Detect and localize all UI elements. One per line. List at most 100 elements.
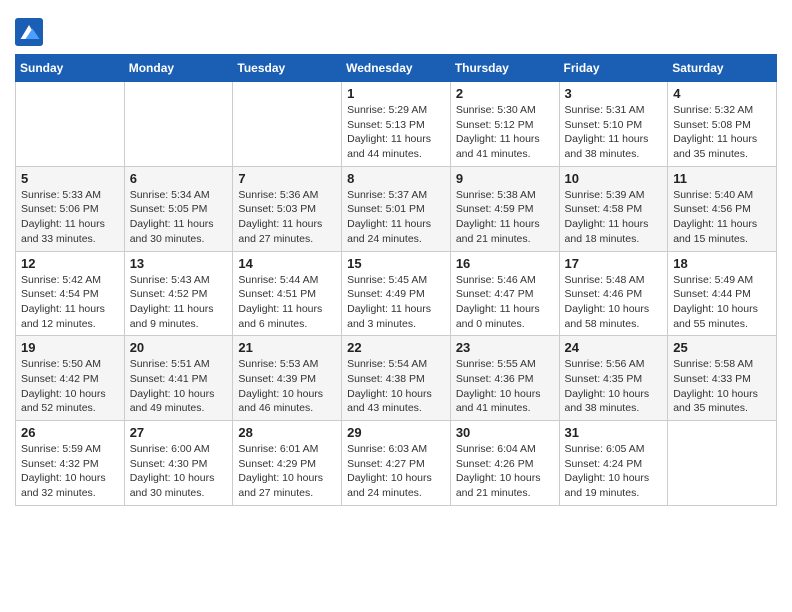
week-row-2: 12 Sunrise: 5:42 AMSunset: 4:54 PMDayligh… (16, 251, 777, 336)
day-number: 5 (21, 171, 119, 186)
week-row-0: 1 Sunrise: 5:29 AMSunset: 5:13 PMDaylight… (16, 82, 777, 167)
calendar-cell: 20 Sunrise: 5:51 AMSunset: 4:41 PMDayligh… (124, 336, 233, 421)
page-header (15, 10, 777, 46)
day-number: 8 (347, 171, 445, 186)
day-info: Sunrise: 5:34 AMSunset: 5:05 PMDaylight:… (130, 188, 228, 247)
week-row-1: 5 Sunrise: 5:33 AMSunset: 5:06 PMDaylight… (16, 166, 777, 251)
day-info: Sunrise: 6:04 AMSunset: 4:26 PMDaylight:… (456, 442, 554, 501)
day-info: Sunrise: 5:30 AMSunset: 5:12 PMDaylight:… (456, 103, 554, 162)
calendar-cell: 23 Sunrise: 5:55 AMSunset: 4:36 PMDayligh… (450, 336, 559, 421)
calendar-cell: 27 Sunrise: 6:00 AMSunset: 4:30 PMDayligh… (124, 421, 233, 506)
calendar-cell: 5 Sunrise: 5:33 AMSunset: 5:06 PMDaylight… (16, 166, 125, 251)
day-number: 14 (238, 256, 336, 271)
calendar-cell: 30 Sunrise: 6:04 AMSunset: 4:26 PMDayligh… (450, 421, 559, 506)
header-sunday: Sunday (16, 55, 125, 82)
calendar-cell: 4 Sunrise: 5:32 AMSunset: 5:08 PMDaylight… (668, 82, 777, 167)
day-number: 21 (238, 340, 336, 355)
calendar-cell: 8 Sunrise: 5:37 AMSunset: 5:01 PMDaylight… (342, 166, 451, 251)
header-saturday: Saturday (668, 55, 777, 82)
calendar-cell: 7 Sunrise: 5:36 AMSunset: 5:03 PMDaylight… (233, 166, 342, 251)
calendar-cell: 11 Sunrise: 5:40 AMSunset: 4:56 PMDayligh… (668, 166, 777, 251)
day-number: 6 (130, 171, 228, 186)
day-info: Sunrise: 5:45 AMSunset: 4:49 PMDaylight:… (347, 273, 445, 332)
calendar-cell: 17 Sunrise: 5:48 AMSunset: 4:46 PMDayligh… (559, 251, 668, 336)
calendar-cell: 31Sunrise: 6:05 AMSunset: 4:24 PMDayligh… (559, 421, 668, 506)
day-info: Sunrise: 5:43 AMSunset: 4:52 PMDaylight:… (130, 273, 228, 332)
calendar-cell: 3 Sunrise: 5:31 AMSunset: 5:10 PMDaylight… (559, 82, 668, 167)
day-info: Sunrise: 5:50 AMSunset: 4:42 PMDaylight:… (21, 357, 119, 416)
day-info: Sunrise: 5:31 AMSunset: 5:10 PMDaylight:… (565, 103, 663, 162)
day-number: 15 (347, 256, 445, 271)
day-info: Sunrise: 5:49 AMSunset: 4:44 PMDaylight:… (673, 273, 771, 332)
calendar-cell: 18Sunrise: 5:49 AMSunset: 4:44 PMDayligh… (668, 251, 777, 336)
calendar-cell: 6 Sunrise: 5:34 AMSunset: 5:05 PMDaylight… (124, 166, 233, 251)
day-number: 1 (347, 86, 445, 101)
calendar-table: SundayMondayTuesdayWednesdayThursdayFrid… (15, 54, 777, 506)
header-thursday: Thursday (450, 55, 559, 82)
calendar-cell: 25Sunrise: 5:58 AMSunset: 4:33 PMDayligh… (668, 336, 777, 421)
header-row: SundayMondayTuesdayWednesdayThursdayFrid… (16, 55, 777, 82)
day-number: 30 (456, 425, 554, 440)
day-number: 3 (565, 86, 663, 101)
day-info: Sunrise: 5:56 AMSunset: 4:35 PMDaylight:… (565, 357, 663, 416)
day-info: Sunrise: 5:44 AMSunset: 4:51 PMDaylight:… (238, 273, 336, 332)
day-number: 29 (347, 425, 445, 440)
day-info: Sunrise: 6:03 AMSunset: 4:27 PMDaylight:… (347, 442, 445, 501)
day-number: 23 (456, 340, 554, 355)
day-info: Sunrise: 5:54 AMSunset: 4:38 PMDaylight:… (347, 357, 445, 416)
logo-icon (15, 18, 43, 46)
day-info: Sunrise: 6:00 AMSunset: 4:30 PMDaylight:… (130, 442, 228, 501)
calendar-cell: 29 Sunrise: 6:03 AMSunset: 4:27 PMDayligh… (342, 421, 451, 506)
day-info: Sunrise: 5:53 AMSunset: 4:39 PMDaylight:… (238, 357, 336, 416)
day-number: 12 (21, 256, 119, 271)
day-number: 24 (565, 340, 663, 355)
calendar-cell: 12 Sunrise: 5:42 AMSunset: 4:54 PMDayligh… (16, 251, 125, 336)
day-info: Sunrise: 5:36 AMSunset: 5:03 PMDaylight:… (238, 188, 336, 247)
calendar-cell: 9Sunrise: 5:38 AMSunset: 4:59 PMDaylight… (450, 166, 559, 251)
week-row-3: 19 Sunrise: 5:50 AMSunset: 4:42 PMDayligh… (16, 336, 777, 421)
calendar-cell: 19 Sunrise: 5:50 AMSunset: 4:42 PMDayligh… (16, 336, 125, 421)
header-friday: Friday (559, 55, 668, 82)
calendar-cell: 10 Sunrise: 5:39 AMSunset: 4:58 PMDayligh… (559, 166, 668, 251)
day-info: Sunrise: 5:46 AMSunset: 4:47 PMDaylight:… (456, 273, 554, 332)
day-number: 17 (565, 256, 663, 271)
calendar-cell (233, 82, 342, 167)
day-number: 19 (21, 340, 119, 355)
calendar-cell (668, 421, 777, 506)
day-number: 2 (456, 86, 554, 101)
day-info: Sunrise: 5:29 AMSunset: 5:13 PMDaylight:… (347, 103, 445, 162)
header-wednesday: Wednesday (342, 55, 451, 82)
calendar-cell: 13 Sunrise: 5:43 AMSunset: 4:52 PMDayligh… (124, 251, 233, 336)
calendar-body: 1 Sunrise: 5:29 AMSunset: 5:13 PMDaylight… (16, 82, 777, 506)
day-info: Sunrise: 5:59 AMSunset: 4:32 PMDaylight:… (21, 442, 119, 501)
day-number: 22 (347, 340, 445, 355)
day-info: Sunrise: 5:48 AMSunset: 4:46 PMDaylight:… (565, 273, 663, 332)
calendar-cell: 24 Sunrise: 5:56 AMSunset: 4:35 PMDayligh… (559, 336, 668, 421)
calendar-cell: 2 Sunrise: 5:30 AMSunset: 5:12 PMDaylight… (450, 82, 559, 167)
calendar-cell (124, 82, 233, 167)
day-number: 27 (130, 425, 228, 440)
day-number: 25 (673, 340, 771, 355)
calendar-cell (16, 82, 125, 167)
calendar-cell: 16 Sunrise: 5:46 AMSunset: 4:47 PMDayligh… (450, 251, 559, 336)
day-info: Sunrise: 6:01 AMSunset: 4:29 PMDaylight:… (238, 442, 336, 501)
day-number: 7 (238, 171, 336, 186)
calendar-header: SundayMondayTuesdayWednesdayThursdayFrid… (16, 55, 777, 82)
day-info: Sunrise: 5:42 AMSunset: 4:54 PMDaylight:… (21, 273, 119, 332)
day-info: Sunrise: 5:40 AMSunset: 4:56 PMDaylight:… (673, 188, 771, 247)
day-info: Sunrise: 5:39 AMSunset: 4:58 PMDaylight:… (565, 188, 663, 247)
day-info: Sunrise: 5:55 AMSunset: 4:36 PMDaylight:… (456, 357, 554, 416)
day-number: 13 (130, 256, 228, 271)
day-number: 20 (130, 340, 228, 355)
day-number: 10 (565, 171, 663, 186)
day-number: 26 (21, 425, 119, 440)
day-info: Sunrise: 5:51 AMSunset: 4:41 PMDaylight:… (130, 357, 228, 416)
day-info: Sunrise: 5:32 AMSunset: 5:08 PMDaylight:… (673, 103, 771, 162)
calendar-cell: 21 Sunrise: 5:53 AMSunset: 4:39 PMDayligh… (233, 336, 342, 421)
day-number: 11 (673, 171, 771, 186)
day-info: Sunrise: 5:37 AMSunset: 5:01 PMDaylight:… (347, 188, 445, 247)
day-info: Sunrise: 5:38 AMSunset: 4:59 PMDaylight:… (456, 188, 554, 247)
day-info: Sunrise: 5:33 AMSunset: 5:06 PMDaylight:… (21, 188, 119, 247)
day-number: 16 (456, 256, 554, 271)
day-number: 4 (673, 86, 771, 101)
